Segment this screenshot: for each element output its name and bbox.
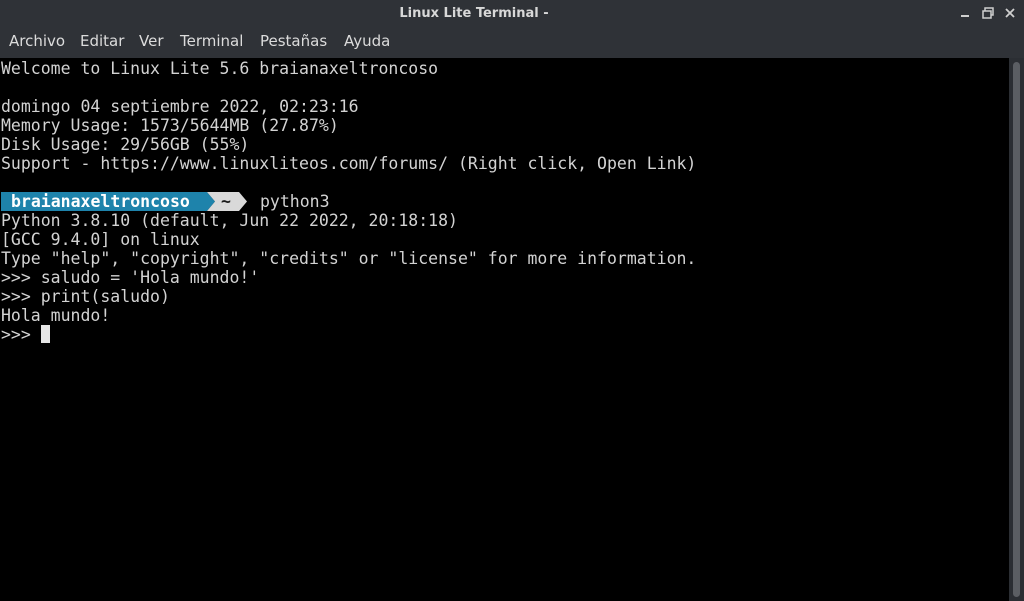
menu-editar[interactable]: Editar	[80, 32, 124, 50]
prompt-user: braianaxeltroncoso	[1, 192, 200, 211]
repl-print-line: >>> print(saludo)	[1, 287, 170, 306]
prompt-dir: ~	[221, 192, 231, 211]
menu-bar: Archivo Editar Ver Terminal Pestañas Ayu…	[0, 27, 1024, 58]
scrollbar[interactable]	[1009, 58, 1024, 601]
help-line: Type "help", "copyright", "credits" or "…	[1, 249, 697, 268]
menu-pestanas[interactable]: Pestañas	[260, 32, 327, 50]
menu-archivo[interactable]: Archivo	[9, 32, 65, 50]
prompt-line: braianaxeltroncoso ~ python3	[0, 192, 400, 211]
terminal-area[interactable]: Welcome to Linux Lite 5.6 braianaxeltron…	[0, 58, 1009, 601]
memory-line: Memory Usage: 1573/5644MB (27.87%)	[1, 116, 339, 135]
support-line: Support - https://www.linuxliteos.com/fo…	[1, 154, 697, 173]
disk-line: Disk Usage: 29/56GB (55%)	[1, 135, 250, 154]
python-version-line: Python 3.8.10 (default, Jun 22 2022, 20:…	[1, 211, 458, 230]
minimize-icon[interactable]	[957, 5, 973, 21]
title-bar[interactable]: Linux Lite Terminal -	[0, 0, 1024, 27]
prompt-command: python3	[260, 192, 330, 211]
date-line: domingo 04 septiembre 2022, 02:23:16	[1, 97, 359, 116]
menu-terminal[interactable]: Terminal	[180, 32, 243, 50]
close-icon[interactable]	[1002, 5, 1018, 21]
menu-ayuda[interactable]: Ayuda	[344, 32, 390, 50]
gcc-line: [GCC 9.4.0] on linux	[1, 230, 200, 249]
text-cursor	[41, 325, 50, 343]
scrollbar-thumb[interactable]	[1013, 62, 1020, 597]
repl-assign-line: >>> saludo = 'Hola mundo!'	[1, 268, 260, 287]
window-title: Linux Lite Terminal -	[399, 6, 549, 21]
repl-prompt-line: >>>	[1, 325, 41, 344]
welcome-line: Welcome to Linux Lite 5.6 braianaxeltron…	[1, 59, 439, 78]
menu-ver[interactable]: Ver	[139, 32, 164, 50]
maximize-icon[interactable]	[980, 5, 996, 21]
output-line: Hola mundo!	[1, 306, 111, 325]
